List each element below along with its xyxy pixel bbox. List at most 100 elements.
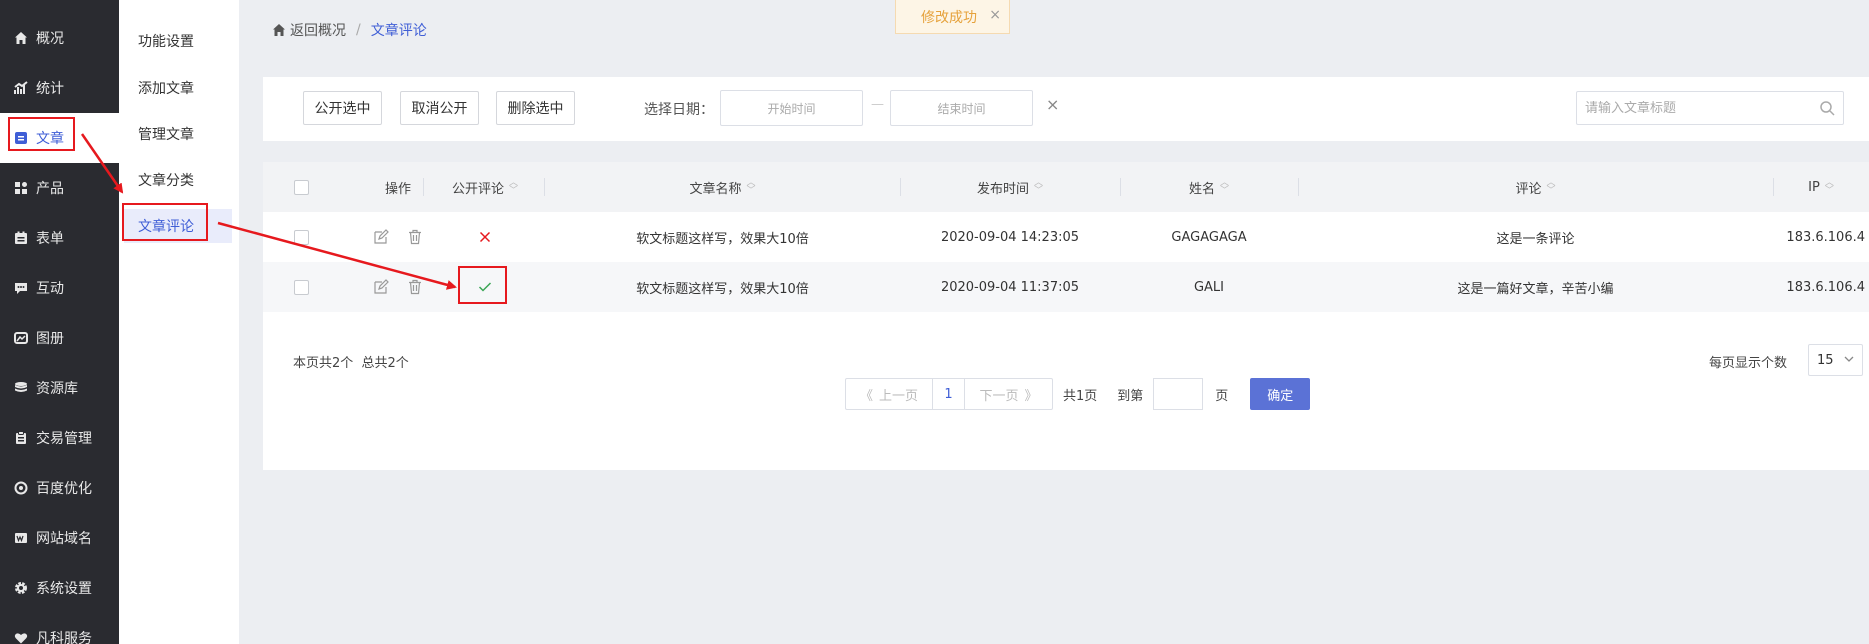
header-label: 发布时间 — [976, 181, 1029, 197]
submenu-item-manage-article[interactable]: 管理文章 — [119, 117, 227, 151]
comments-table-panel: 操作 公开评论 ︿ ﹀ 文章名称 ︿ ﹀ 发布时间 ︿ ﹀ 姓名 ︿ ﹀ 评论 ︿ ﹀ IP ︿ ﹀ 软… — [263, 162, 1869, 470]
sidebar-item-label: 系统设置 — [36, 581, 92, 597]
public-status-cell — [425, 212, 545, 262]
breadcrumb-current: 文章评论 — [370, 23, 427, 39]
sidebar-item-label: 互动 — [36, 281, 64, 297]
annotation-highlight-comments — [122, 203, 208, 241]
sidebar-item-label: 图册 — [36, 331, 64, 347]
edit-icon[interactable] — [371, 277, 391, 297]
chat-icon — [12, 279, 30, 297]
sidebar-item-interaction[interactable]: 互动 — [0, 263, 119, 313]
toast-message: 修改成功 — [921, 9, 977, 26]
sidebar-item-baidu-seo[interactable]: 百度优化 — [0, 463, 119, 513]
sidebar-item-label: 交易管理 — [36, 431, 92, 447]
column-header-title[interactable]: 文章名称 ︿ ﹀ — [545, 162, 900, 212]
cancel-publish-button[interactable]: 取消公开 — [400, 91, 479, 125]
prev-page-button[interactable]: 《 上一页 — [845, 378, 933, 410]
sidebar-item-settings[interactable]: 系统设置 — [0, 563, 119, 613]
row-select-cell — [291, 212, 311, 262]
column-header-name[interactable]: 姓名 ︿ ﹀ — [1120, 162, 1298, 212]
sidebar-item-service[interactable]: 凡科服务 — [0, 613, 119, 644]
success-toast: 修改成功 × — [895, 0, 1010, 34]
sidebar-item-product[interactable]: 产品 — [0, 163, 119, 213]
table-row: 软文标题这样写，效果大10倍 2020-09-04 14:23:05 GAGAG… — [263, 212, 1869, 262]
publish-selected-button[interactable]: 公开选中 — [303, 91, 382, 125]
sidebar-item-stats[interactable]: 统计 — [0, 63, 119, 113]
prev-page-label: 上一页 — [879, 388, 919, 404]
header-divider — [423, 178, 424, 196]
date-label: 选择日期： — [644, 102, 714, 118]
sidebar-item-label: 凡科服务 — [36, 631, 92, 644]
header-label: 操作 — [384, 181, 411, 197]
submenu-item-add-article[interactable]: 添加文章 — [119, 71, 227, 105]
column-header-public[interactable]: 公开评论 ︿ ﹀ — [425, 162, 545, 212]
main-sidebar: 概况 统计 文章 产品 表单 互动 图册 资源库 交易管理 百度优化 网站域名 — [0, 0, 119, 644]
search-box — [1576, 91, 1844, 125]
trash-icon[interactable] — [405, 277, 425, 297]
sort-icon: ︿ ﹀ — [509, 178, 519, 196]
submenu-item-category[interactable]: 文章分类 — [119, 163, 227, 197]
image-icon — [12, 329, 30, 347]
sidebar-item-gallery[interactable]: 图册 — [0, 313, 119, 363]
per-page-value: 15 — [1817, 352, 1834, 368]
sort-icon: ︿ ﹀ — [746, 178, 756, 196]
double-chevron-left-icon: 《 — [859, 388, 873, 404]
sidebar-item-form[interactable]: 表单 — [0, 213, 119, 263]
sidebar-item-label: 资源库 — [36, 381, 78, 397]
end-date-input[interactable]: 结束时间 — [890, 90, 1033, 126]
table-header: 操作 公开评论 ︿ ﹀ 文章名称 ︿ ﹀ 发布时间 ︿ ﹀ 姓名 ︿ ﹀ 评论 ︿ ﹀ IP ︿ ﹀ — [263, 162, 1869, 212]
column-header-comment[interactable]: 评论 ︿ ﹀ — [1298, 162, 1773, 212]
delete-selected-button[interactable]: 删除选中 — [496, 91, 575, 125]
name-cell: GALI — [1193, 279, 1225, 295]
sort-icon: ︿ ﹀ — [1034, 178, 1044, 196]
submenu-item-settings[interactable]: 功能设置 — [119, 24, 227, 58]
start-date-input[interactable]: 开始时间 — [720, 90, 863, 126]
page-number-1[interactable]: 1 — [933, 378, 965, 410]
header-label: 公开评论 — [451, 181, 504, 197]
trash-icon[interactable] — [405, 227, 425, 247]
double-chevron-right-icon: 》 — [1024, 388, 1038, 404]
sidebar-item-label: 统计 — [36, 81, 64, 97]
date-range-dash: — — [871, 97, 884, 112]
cross-icon[interactable] — [479, 231, 491, 243]
gear-icon — [12, 579, 30, 597]
home-icon[interactable] — [272, 23, 286, 37]
sidebar-item-label: 产品 — [36, 181, 64, 197]
page-info: 本页共2个 总共2个 — [293, 356, 409, 371]
toast-close-icon[interactable]: × — [989, 7, 1001, 23]
sort-icon: ︿ ﹀ — [1546, 178, 1556, 196]
row-checkbox[interactable] — [293, 229, 309, 245]
row-select-cell — [291, 262, 311, 312]
sidebar-item-domain[interactable]: 网站域名 — [0, 513, 119, 563]
breadcrumb: 返回概况 / 文章评论 — [272, 20, 427, 40]
sidebar-item-overview[interactable]: 概况 — [0, 13, 119, 63]
publish-time-cell: 2020-09-04 11:37:05 — [940, 279, 1080, 295]
column-header-time[interactable]: 发布时间 ︿ ﹀ — [900, 162, 1120, 212]
home-icon — [12, 29, 30, 47]
per-page-select[interactable]: 15 — [1808, 344, 1863, 376]
edit-icon[interactable] — [371, 227, 391, 247]
per-page-label: 每页显示个数 — [1709, 356, 1788, 371]
breadcrumb-separator: / — [356, 22, 361, 38]
row-checkbox[interactable] — [293, 279, 309, 295]
breadcrumb-back-link[interactable]: 返回概况 — [290, 20, 346, 40]
sidebar-item-trade[interactable]: 交易管理 — [0, 413, 119, 463]
next-page-button[interactable]: 下一页 》 — [965, 378, 1053, 410]
sidebar-item-label: 表单 — [36, 231, 64, 247]
search-icon[interactable] — [1819, 100, 1835, 120]
chevron-down-icon — [1843, 353, 1855, 369]
search-input[interactable] — [1585, 100, 1805, 116]
clear-date-icon[interactable]: × — [1046, 95, 1059, 114]
column-header-ip[interactable]: IP ︿ ﹀ — [1773, 162, 1869, 212]
confirm-goto-button[interactable]: 确定 — [1250, 378, 1311, 410]
submenu-item-label: 添加文章 — [138, 81, 194, 97]
header-label: 评论 — [1515, 181, 1542, 197]
article-title-cell: 软文标题这样写，效果大10倍 — [636, 281, 809, 297]
select-all-checkbox[interactable] — [293, 179, 309, 195]
grid-icon — [12, 179, 30, 197]
goto-page-input[interactable] — [1153, 378, 1204, 410]
sidebar-item-resources[interactable]: 资源库 — [0, 363, 119, 413]
page-suffix: 页 — [1215, 388, 1229, 404]
toolbar: 公开选中 取消公开 删除选中 选择日期： 开始时间 — 结束时间 × — [263, 77, 1869, 141]
next-page-label: 下一页 — [979, 388, 1019, 404]
